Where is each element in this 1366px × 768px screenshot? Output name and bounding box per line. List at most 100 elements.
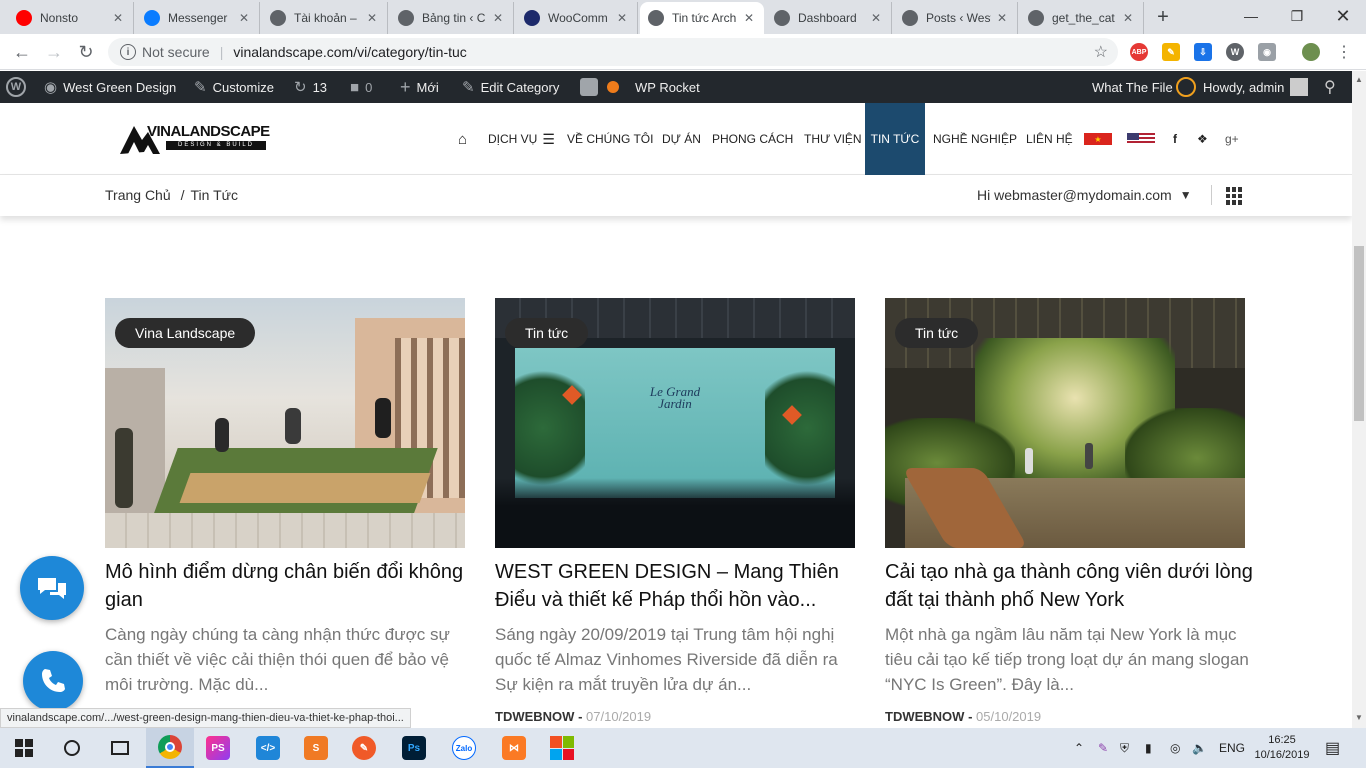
scrollbar-thumb[interactable]	[1354, 246, 1364, 421]
browser-tab[interactable]: Tài khoản – ✕	[262, 2, 388, 34]
task-view-icon[interactable]	[96, 728, 144, 768]
call-button[interactable]	[23, 651, 83, 711]
adblock-icon[interactable]: ABP	[1130, 43, 1148, 61]
site-name-link[interactable]: ◉ West Green Design	[44, 71, 176, 103]
phpstorm-taskbar-icon[interactable]: PS	[194, 728, 242, 768]
tab-close-icon[interactable]: ✕	[615, 11, 629, 25]
chrome-taskbar-icon[interactable]	[146, 728, 194, 768]
pen-tray-icon[interactable]: ✎	[1098, 728, 1108, 768]
wordpress-extension-icon[interactable]: W	[1226, 43, 1244, 61]
reload-icon[interactable]: ↻	[74, 40, 98, 64]
bookmark-star-icon[interactable]: ☆	[1094, 42, 1108, 62]
tab-close-icon[interactable]: ✕	[1121, 11, 1135, 25]
wp-rocket-link[interactable]: WP Rocket	[635, 71, 700, 103]
us-flag-icon[interactable]	[1127, 103, 1155, 175]
vertical-scrollbar[interactable]: ▲ ▼	[1352, 71, 1366, 728]
forward-icon[interactable]: →	[42, 40, 66, 64]
security-tray-icon[interactable]: ⛨	[1120, 728, 1129, 768]
nav-item-projects[interactable]: DỰ ÁN	[662, 103, 701, 175]
ninja-forms-icon[interactable]	[1176, 71, 1196, 103]
tab-close-icon[interactable]: ✕	[491, 11, 505, 25]
nav-item-contact[interactable]: LIÊN HỆ	[1026, 103, 1073, 175]
nav-item-library[interactable]: THƯ VIỆN	[804, 103, 862, 175]
camera-extension-icon[interactable]: ◉	[1258, 43, 1276, 61]
card-image[interactable]: Tin tức	[885, 298, 1245, 548]
browser-tab[interactable]: Tin tức Arch ✕	[640, 2, 764, 34]
nav-item-careers[interactable]: NGHỀ NGHIỆP	[933, 103, 1017, 175]
tab-close-icon[interactable]: ✕	[869, 11, 883, 25]
scroll-up-arrow-icon[interactable]: ▲	[1355, 75, 1363, 84]
tray-chevron-icon[interactable]: ⌃	[1074, 728, 1084, 768]
browser-tab[interactable]: Bảng tin ‹ C ✕	[390, 2, 514, 34]
zalo-taskbar-icon[interactable]: Zalo	[440, 728, 488, 768]
tab-close-icon[interactable]: ✕	[365, 11, 379, 25]
breadcrumb-home[interactable]: Trang Chủ	[105, 187, 171, 203]
card-title[interactable]: WEST GREEN DESIGN – Mang Thiên Điểu và t…	[495, 558, 865, 614]
twitter-icon[interactable]: ❖	[1197, 103, 1208, 175]
category-badge[interactable]: Tin tức	[895, 318, 979, 348]
home-icon[interactable]: ⌂	[458, 103, 467, 175]
nav-item-services[interactable]: DỊCH VỤ ☰	[488, 103, 555, 175]
pencil-extension-icon[interactable]: ✎	[1162, 43, 1180, 61]
wifi-tray-icon[interactable]: ◎	[1170, 728, 1180, 768]
user-menu[interactable]: Hi webmaster@mydomain.com ▼	[977, 187, 1192, 203]
sublime-taskbar-icon[interactable]: S	[292, 728, 340, 768]
scroll-down-arrow-icon[interactable]: ▼	[1355, 713, 1363, 722]
clock[interactable]: 16:25 10/16/2019	[1252, 728, 1312, 768]
browser-tab[interactable]: Dashboard ✕	[766, 2, 892, 34]
app-grid-taskbar-icon[interactable]	[538, 728, 586, 768]
admin-search-icon[interactable]: ⚲	[1324, 71, 1336, 103]
nav-item-news[interactable]: TIN TỨC	[865, 103, 925, 175]
apps-grid-icon[interactable]	[1226, 187, 1244, 205]
card-image[interactable]: Le Grand Jardin Tin tức	[495, 298, 855, 548]
card-title[interactable]: Cải tạo nhà ga thành công viên dưới lòng…	[885, 558, 1255, 614]
what-the-file-link[interactable]: What The File	[1092, 71, 1173, 103]
address-bar[interactable]: i Not secure | vinalandscape.com/vi/cate…	[108, 38, 1118, 66]
tab-close-icon[interactable]: ✕	[995, 11, 1009, 25]
browser-tab[interactable]: get_the_cat ✕	[1020, 2, 1144, 34]
chrome-menu-icon[interactable]: ⋮	[1336, 42, 1352, 62]
comments-link[interactable]: ■ 0	[350, 71, 372, 103]
search-circle-icon[interactable]	[48, 728, 96, 768]
category-badge[interactable]: Vina Landscape	[115, 318, 256, 348]
edit-category-link[interactable]: ✎ Edit Category	[462, 71, 559, 103]
volume-tray-icon[interactable]: 🔈	[1192, 728, 1207, 768]
browser-tab[interactable]: Posts ‹ West ✕	[894, 2, 1018, 34]
language-indicator[interactable]: ENG	[1219, 728, 1245, 768]
windows-start-icon[interactable]	[0, 728, 48, 768]
category-badge[interactable]: Tin tức	[505, 318, 589, 348]
vscode-taskbar-icon[interactable]: </>	[244, 728, 292, 768]
close-window-button[interactable]: ✕	[1320, 0, 1366, 32]
google-plus-icon[interactable]: g+	[1225, 103, 1239, 175]
tab-close-icon[interactable]: ✕	[742, 11, 756, 25]
back-icon[interactable]: ←	[10, 40, 34, 64]
wp-logo-icon[interactable]: W	[6, 71, 26, 103]
browser-tab[interactable]: Nonsto ✕	[8, 2, 134, 34]
new-tab-button[interactable]: +	[1150, 6, 1176, 28]
nav-item-styles[interactable]: PHONG CÁCH	[712, 103, 793, 175]
site-logo[interactable]: VINALANDSCAPE DESIGN & BUILD	[120, 123, 270, 155]
browser-tab[interactable]: Messenger ✕	[136, 2, 260, 34]
battery-tray-icon[interactable]: ▮	[1145, 728, 1152, 768]
new-content-link[interactable]: + Mới	[400, 71, 439, 103]
xampp-taskbar-icon[interactable]: ⋈	[490, 728, 538, 768]
tab-close-icon[interactable]: ✕	[237, 11, 251, 25]
chat-button[interactable]	[20, 556, 84, 620]
tab-close-icon[interactable]: ✕	[111, 11, 125, 25]
profile-avatar[interactable]	[1302, 43, 1320, 61]
minimize-button[interactable]: —	[1228, 0, 1274, 32]
browser-tab[interactable]: WooComm ✕	[516, 2, 638, 34]
card-image[interactable]: Vina Landscape	[105, 298, 465, 548]
vietnam-flag-icon[interactable]: ★	[1084, 103, 1112, 175]
photoshop-taskbar-icon[interactable]: Ps	[390, 728, 438, 768]
updates-link[interactable]: ↻ 13	[294, 71, 327, 103]
info-icon[interactable]: i	[120, 44, 136, 60]
card-title[interactable]: Mô hình điểm dừng chân biến đổi không gi…	[105, 558, 475, 614]
card-author[interactable]: TDWEBNOW	[885, 709, 964, 724]
maximize-button[interactable]: ❐	[1274, 0, 1320, 32]
facebook-icon[interactable]: f	[1173, 103, 1177, 175]
card-author[interactable]: TDWEBNOW	[495, 709, 574, 724]
nav-item-about[interactable]: VỀ CHÚNG TÔI	[567, 103, 653, 175]
notification-center-icon[interactable]: ▤	[1325, 728, 1340, 768]
customize-link[interactable]: ✎ Customize	[194, 71, 274, 103]
